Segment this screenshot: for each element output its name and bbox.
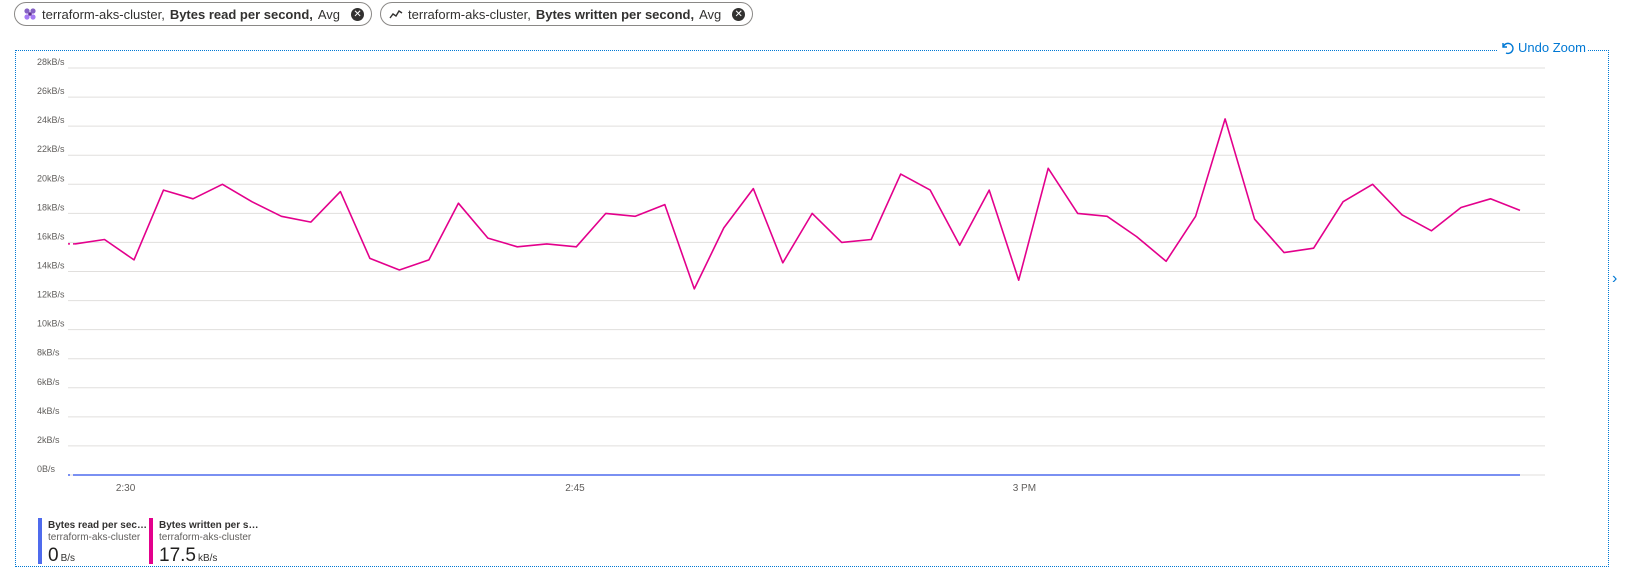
y-tick-label: 2kB/s bbox=[37, 435, 60, 445]
legend-title: Bytes read per secon... bbox=[48, 520, 148, 531]
y-tick-label: 16kB/s bbox=[37, 231, 65, 241]
legend-unit: B/s bbox=[60, 553, 76, 564]
legend-resource: terraform-aks-cluster bbox=[159, 532, 252, 543]
legend-color-bar bbox=[38, 518, 42, 564]
y-tick-label: 14kB/s bbox=[37, 261, 65, 271]
y-tick-label: 22kB/s bbox=[37, 144, 65, 154]
legend-color-bar bbox=[149, 518, 153, 564]
line-chart: 0B/s 2kB/s 4kB/s 6kB/s 8kB/s 10kB/s 12kB/s 14kB… bbox=[37, 57, 1545, 494]
legend-unit: kB/s bbox=[197, 553, 218, 564]
x-tick-label: 2:45 bbox=[565, 483, 585, 494]
y-tick-label: 12kB/s bbox=[37, 290, 65, 300]
legend-value: 0 bbox=[48, 545, 59, 566]
y-tick-label: 8kB/s bbox=[37, 348, 60, 358]
y-tick-label: 18kB/s bbox=[37, 202, 65, 212]
y-tick-label: 0B/s bbox=[37, 464, 56, 474]
y-tick-label: 4kB/s bbox=[37, 406, 60, 416]
x-tick-label: 3 PM bbox=[1013, 483, 1036, 494]
legend-value: 17.5 bbox=[159, 545, 196, 566]
y-tick-label: 24kB/s bbox=[37, 115, 65, 125]
y-tick-label: 26kB/s bbox=[37, 86, 65, 96]
legend-resource: terraform-aks-cluster bbox=[48, 532, 141, 543]
y-tick-label: 28kB/s bbox=[37, 57, 65, 67]
x-tick-label: 2:30 bbox=[116, 483, 136, 494]
legend-title: Bytes written per se... bbox=[159, 520, 259, 531]
y-tick-label: 20kB/s bbox=[37, 173, 65, 183]
series-line bbox=[74, 118, 1521, 290]
y-tick-label: 10kB/s bbox=[37, 319, 65, 329]
y-tick-label: 6kB/s bbox=[37, 377, 60, 387]
